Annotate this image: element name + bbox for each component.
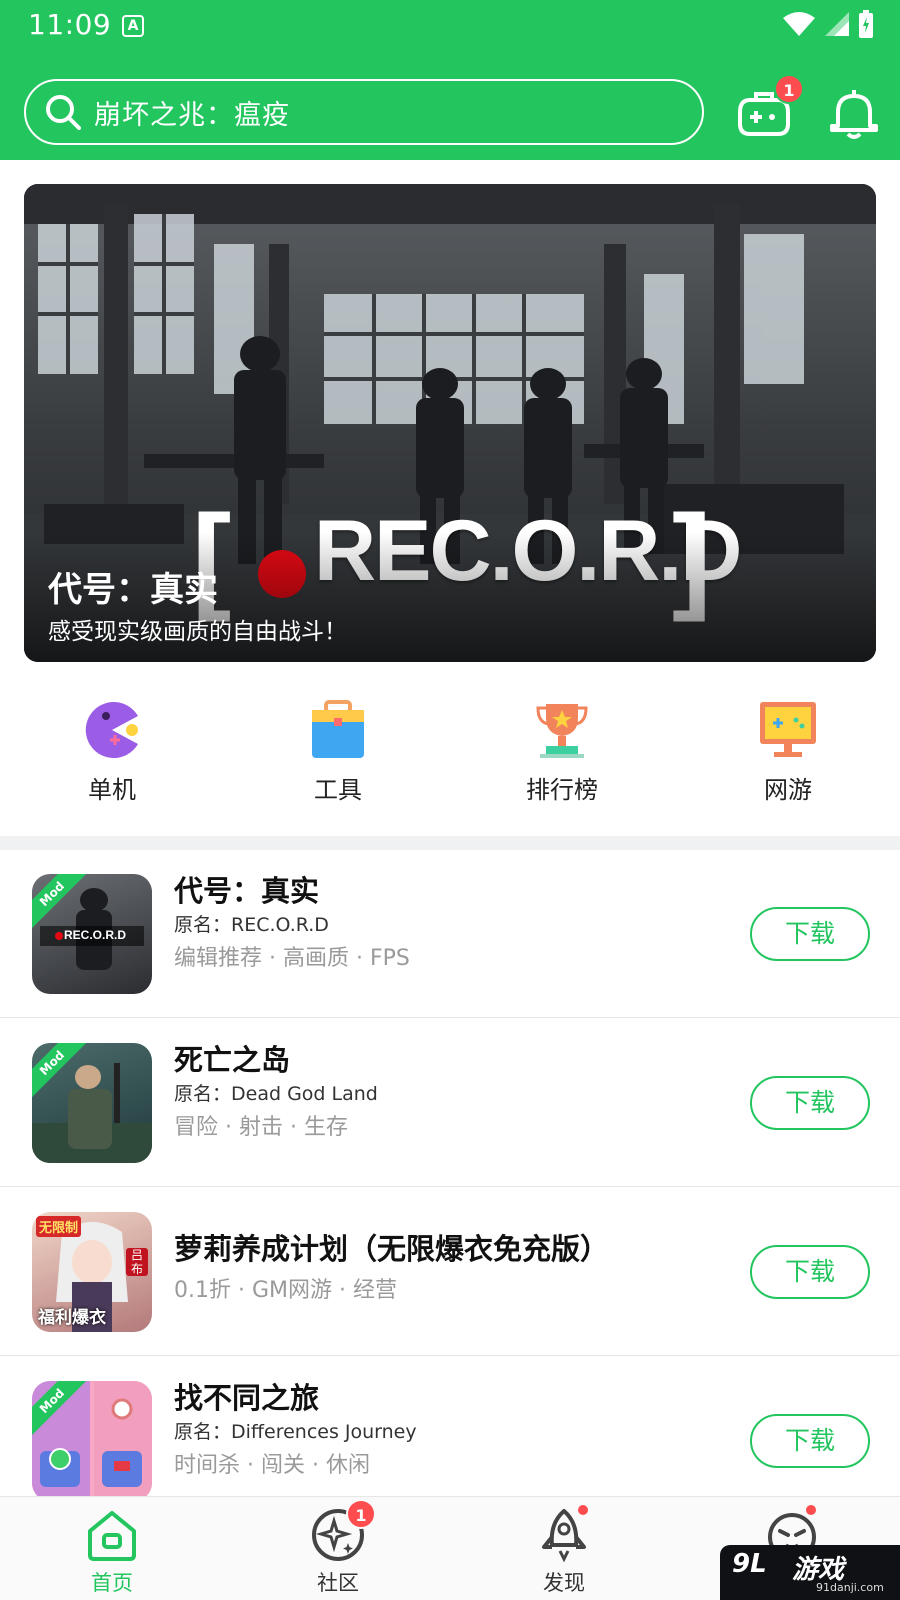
category-online[interactable]: 网游 bbox=[708, 700, 868, 805]
discover-dot bbox=[578, 1505, 588, 1515]
signal-icon bbox=[825, 12, 849, 36]
category-tools[interactable]: 工具 bbox=[258, 700, 418, 805]
game-thumbnail: Mod bbox=[32, 1043, 152, 1163]
app-header: 11:09 A 崩坏之兆：瘟疫 1 bbox=[0, 0, 900, 160]
search-icon bbox=[46, 95, 81, 130]
thumbnail-logo-text: REC.O.R.D bbox=[64, 928, 127, 942]
pacman-icon bbox=[82, 700, 142, 760]
tab-discover[interactable]: 发现 bbox=[504, 1505, 624, 1597]
status-bar: 11:09 A bbox=[0, 0, 900, 50]
category-label: 工具 bbox=[314, 776, 362, 804]
profile-dot bbox=[806, 1505, 816, 1515]
tab-label: 社区 bbox=[317, 1571, 359, 1595]
thumbnail-badge-text: 无限制 bbox=[36, 1216, 82, 1237]
category-ranking[interactable]: 排行榜 bbox=[482, 700, 642, 805]
toolbox-icon bbox=[308, 700, 368, 760]
banner-subtitle: 感受现实级画质的自由战斗！ bbox=[48, 619, 347, 645]
game-tags: 编辑推荐 · 高画质 · FPS bbox=[174, 946, 410, 971]
tab-home[interactable]: 首页 bbox=[52, 1507, 172, 1597]
game-tags: 时间杀 · 闯关 · 休闲 bbox=[174, 1453, 370, 1478]
category-label: 排行榜 bbox=[526, 776, 598, 804]
system-icons bbox=[782, 10, 874, 38]
site-watermark: 9L 游戏 91danji.com bbox=[720, 1545, 900, 1600]
category-single-player[interactable]: 单机 bbox=[32, 700, 192, 805]
trophy-icon bbox=[532, 700, 592, 760]
game-original-name: 原名：Dead God Land bbox=[174, 1083, 378, 1105]
game-name: 找不同之旅 bbox=[174, 1381, 320, 1415]
home-icon bbox=[84, 1507, 140, 1563]
game-thumbnail: REC.O.R.D Mod bbox=[32, 874, 152, 994]
game-original-name: 原名：REC.O.R.D bbox=[174, 914, 329, 936]
category-row: 单机 工具 排行榜 网游 bbox=[0, 700, 900, 810]
download-button[interactable]: 下载 bbox=[750, 1245, 870, 1299]
notification-button[interactable] bbox=[826, 86, 882, 142]
game-tags: 冒险 · 射击 · 生存 bbox=[174, 1115, 348, 1140]
game-row[interactable]: REC.O.R.D Mod 代号：真实 原名：REC.O.R.D 编辑推荐 · … bbox=[0, 850, 900, 1018]
search-text: 崩坏之兆：瘟疫 bbox=[94, 99, 290, 131]
search-bar[interactable]: 崩坏之兆：瘟疫 bbox=[24, 79, 704, 145]
wifi-icon bbox=[783, 12, 815, 36]
game-name: 萝莉养成计划（无限爆衣免充版） bbox=[174, 1232, 610, 1266]
game-thumbnail: 无限制 吕布 福利爆衣 bbox=[32, 1212, 152, 1332]
banner-title: 代号：真实 bbox=[48, 570, 218, 610]
game-name: 代号：真实 bbox=[174, 874, 320, 908]
watermark-url: 91danji.com bbox=[816, 1581, 884, 1594]
tab-label: 发现 bbox=[543, 1571, 585, 1595]
game-original-name: 原名：Differences Journey bbox=[174, 1421, 417, 1443]
watermark-logo: 9L bbox=[732, 1549, 767, 1579]
category-label: 网游 bbox=[764, 776, 812, 804]
monitor-gamepad-icon bbox=[758, 700, 818, 760]
download-button[interactable]: 下载 bbox=[750, 1414, 870, 1468]
thumbnail-side-text: 吕布 bbox=[126, 1248, 148, 1276]
game-tags: 0.1折 · GM网游 · 经营 bbox=[174, 1278, 397, 1303]
download-button[interactable]: 下载 bbox=[750, 1076, 870, 1130]
section-divider bbox=[0, 836, 900, 850]
tab-community[interactable]: 1 社区 bbox=[278, 1499, 398, 1597]
status-time: 11:09 bbox=[28, 8, 112, 41]
game-badge: 1 bbox=[774, 74, 804, 104]
community-icon: 1 bbox=[310, 1499, 376, 1563]
tab-label: 首页 bbox=[91, 1571, 133, 1595]
game-name: 死亡之岛 bbox=[174, 1043, 291, 1077]
thumbnail-caption-text: 福利爆衣 bbox=[38, 1308, 106, 1328]
featured-banner[interactable]: [ REC.O.R.D ] 代号：真实 感受现实级画质的自由战斗！ bbox=[24, 184, 876, 662]
notification-indicator-icon: A bbox=[122, 15, 144, 37]
game-manager-button[interactable]: 1 bbox=[736, 74, 804, 138]
category-label: 单机 bbox=[88, 776, 136, 804]
battery-icon bbox=[859, 10, 873, 38]
game-row[interactable]: Mod 死亡之岛 原名：Dead God Land 冒险 · 射击 · 生存 下… bbox=[0, 1019, 900, 1187]
game-row[interactable]: 无限制 吕布 福利爆衣 萝莉养成计划（无限爆衣免充版） 0.1折 · GM网游 … bbox=[0, 1188, 900, 1356]
community-badge: 1 bbox=[346, 1499, 376, 1529]
game-thumbnail: Mod bbox=[32, 1381, 152, 1501]
bell-icon bbox=[830, 90, 878, 139]
rocket-icon bbox=[536, 1505, 592, 1563]
download-button[interactable]: 下载 bbox=[750, 907, 870, 961]
